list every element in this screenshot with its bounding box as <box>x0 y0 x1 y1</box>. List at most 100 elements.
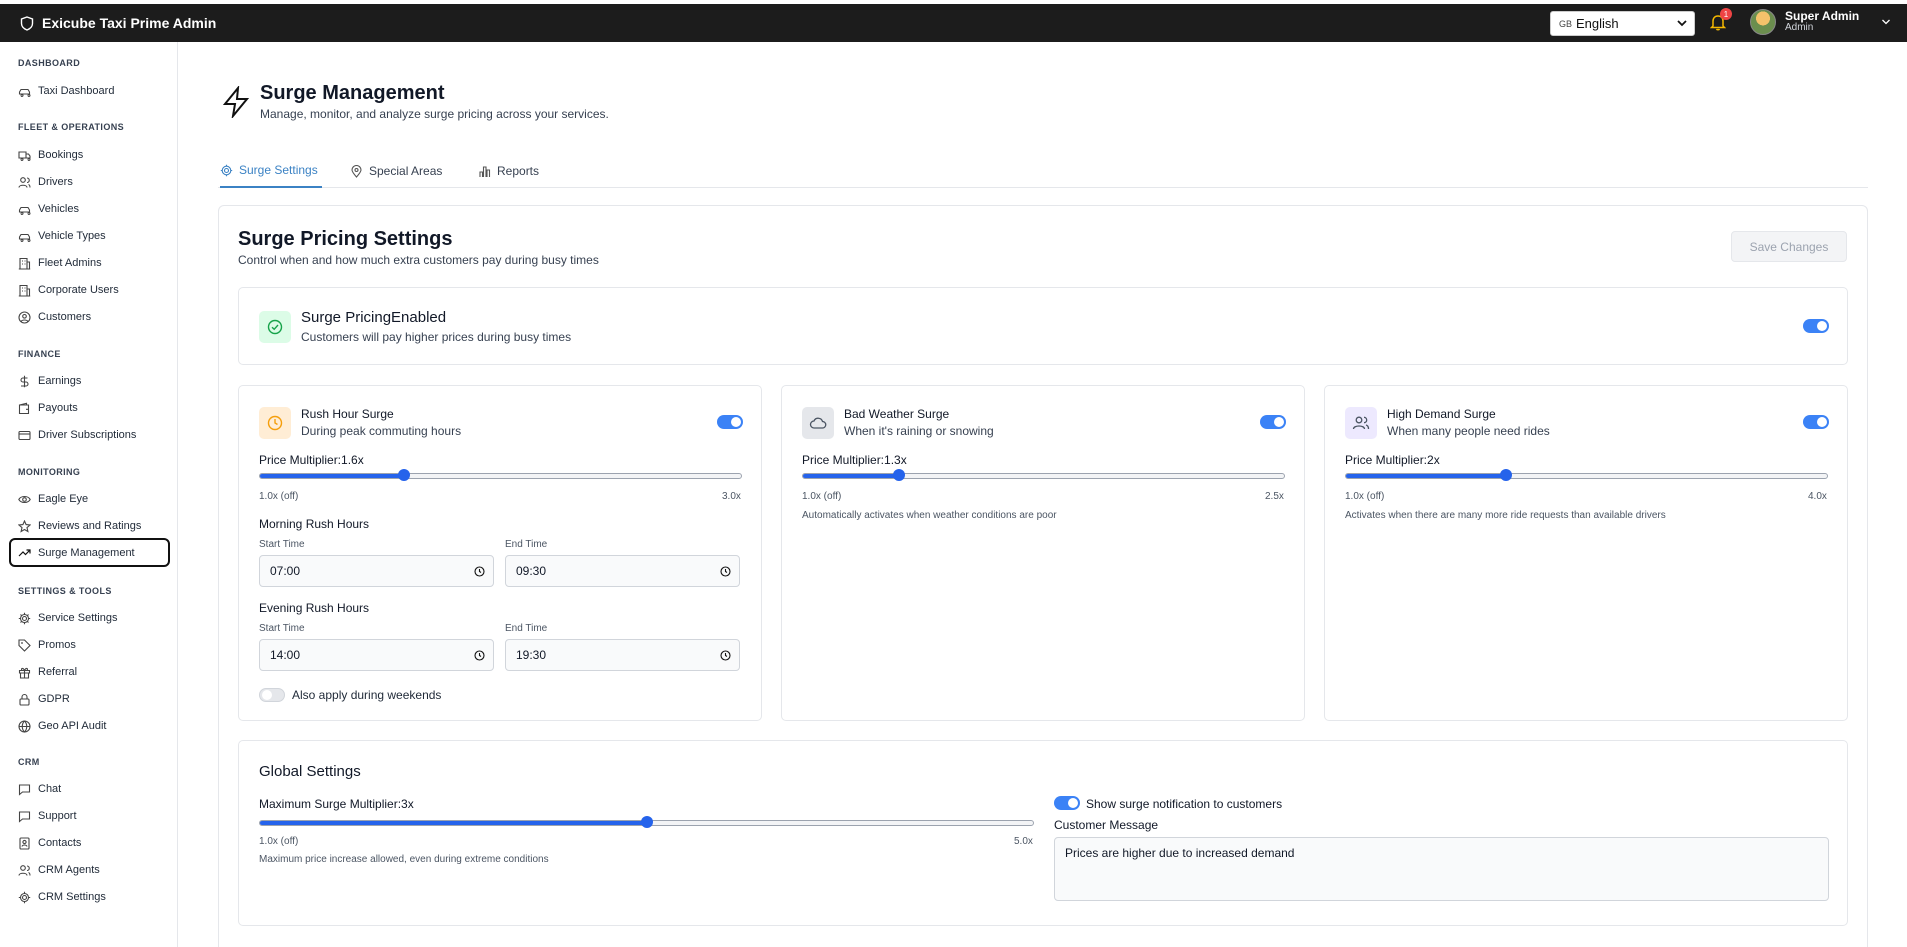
morning-end-input[interactable]: 09:30 <box>505 555 740 587</box>
demand-note: Activates when there are many more ride … <box>1345 510 1666 521</box>
slider-fill <box>1346 474 1507 478</box>
sidebar-item-payouts[interactable]: Payouts <box>9 395 170 421</box>
sidebar-item-label: Customers <box>38 311 92 323</box>
bad-weather-toggle[interactable] <box>1260 415 1286 429</box>
sidebar-item-fleet-admins[interactable]: Fleet Admins <box>9 250 170 276</box>
sidebar-item-referral[interactable]: Referral <box>9 659 170 685</box>
sidebar-item-label: Vehicle Types <box>38 230 106 242</box>
users-icon <box>18 176 31 188</box>
slider-thumb[interactable] <box>893 469 906 481</box>
clock-icon <box>474 566 485 577</box>
sidebar-section-title: FLEET & OPERATIONS <box>18 122 125 132</box>
language-select[interactable]: GB English <box>1550 11 1695 36</box>
user-menu[interactable]: Super Admin Admin <box>1750 9 1891 35</box>
lock-icon <box>19 693 30 706</box>
credit-card-icon <box>18 430 31 440</box>
sidebar-item-chat[interactable]: Chat <box>9 776 170 802</box>
high-demand-toggle[interactable] <box>1803 415 1829 429</box>
app-brand[interactable]: Exicube Taxi Prime Admin <box>20 15 216 31</box>
gift-icon <box>18 667 31 679</box>
sidebar-item-label: Contacts <box>38 837 82 849</box>
sidebar-item-taxi-dashboard[interactable]: Taxi Dashboard <box>9 78 170 104</box>
chevron-down-icon <box>1677 20 1687 27</box>
sidebar-item-label: Referral <box>38 666 78 678</box>
sidebar-item-crm-agents[interactable]: CRM Agents <box>9 857 170 883</box>
sidebar-item-vehicles[interactable]: Vehicles <box>9 196 170 222</box>
rush-hour-toggle[interactable] <box>717 415 743 429</box>
weather-multiplier-slider[interactable] <box>802 469 1285 481</box>
sidebar-item-corporate-users[interactable]: Corporate Users <box>9 277 170 303</box>
evening-start-input[interactable]: 14:00 <box>259 639 494 671</box>
sidebar-item-customers[interactable]: Customers <box>9 304 170 330</box>
sidebar-item-label: Corporate Users <box>38 284 119 296</box>
bad-weather-panel: Bad Weather Surge When it's raining or s… <box>781 385 1305 721</box>
rush-icon-box <box>259 407 291 439</box>
sidebar-item-label: Support <box>38 810 77 822</box>
sidebar-item-label: Taxi Dashboard <box>38 85 115 97</box>
evening-end-label: End Time <box>505 623 548 634</box>
sidebar-item-label: Bookings <box>38 149 84 161</box>
user-name: Super Admin <box>1785 9 1860 23</box>
notify-toggle[interactable] <box>1054 796 1080 810</box>
sidebar-item-drivers[interactable]: Drivers <box>9 169 170 195</box>
demand-max-label: 4.0x <box>1808 491 1827 502</box>
tab-reports[interactable]: Reports <box>478 154 539 188</box>
weather-subtitle: When it's raining or snowing <box>844 424 994 438</box>
sidebar-section-title: DASHBOARD <box>18 58 81 68</box>
sidebar-item-label: CRM Agents <box>38 864 100 876</box>
section-subtitle: Control when and how much extra customer… <box>238 253 599 267</box>
sidebar-section-title: SETTINGS & TOOLS <box>18 586 112 596</box>
notify-label: Show surge notification to customers <box>1086 797 1283 811</box>
sidebar-item-crm-settings[interactable]: CRM Settings <box>9 884 170 910</box>
main-content: Surge Management Manage, monitor, and an… <box>218 42 1868 947</box>
notifications-button[interactable]: 1 <box>1709 8 1732 36</box>
sidebar-item-vehicle-types[interactable]: Vehicle Types <box>9 223 170 249</box>
tab-surge-settings[interactable]: Surge Settings <box>220 154 322 188</box>
time-value: 14:00 <box>270 648 301 662</box>
slider-thumb[interactable] <box>398 469 411 481</box>
message-label: Customer Message <box>1054 818 1159 832</box>
time-value: 07:00 <box>270 564 301 578</box>
clock-icon <box>720 650 731 661</box>
slider-fill <box>803 474 900 478</box>
dollar-icon <box>20 375 29 387</box>
demand-title: High Demand Surge <box>1387 407 1496 421</box>
sidebar-item-geo-api-audit[interactable]: Geo API Audit <box>9 713 170 739</box>
weekends-toggle[interactable] <box>259 688 285 702</box>
slider-thumb[interactable] <box>640 816 653 828</box>
save-button[interactable]: Save Changes <box>1731 231 1847 262</box>
message-value: Prices are higher due to increased deman… <box>1065 846 1295 860</box>
time-value: 09:30 <box>516 564 547 578</box>
sidebar-item-contacts[interactable]: Contacts <box>9 830 170 856</box>
notification-badge: 1 <box>1720 8 1732 20</box>
globe-icon <box>18 719 31 733</box>
weather-multiplier-label: Price Multiplier:1.3x <box>802 453 907 467</box>
morning-start-input[interactable]: 07:00 <box>259 555 494 587</box>
rush-multiplier-slider[interactable] <box>259 469 742 481</box>
sidebar-item-eagle-eye[interactable]: Eagle Eye <box>9 486 170 512</box>
sidebar-item-bookings[interactable]: Bookings <box>9 142 170 168</box>
evening-end-input[interactable]: 19:30 <box>505 639 740 671</box>
sidebar-item-label: Surge Management <box>38 546 135 559</box>
global-max-slider[interactable] <box>259 816 1034 828</box>
weather-icon-box <box>802 407 834 439</box>
sidebar-item-label: CRM Settings <box>38 891 106 903</box>
sidebar-item-surge-management[interactable]: Surge Management <box>9 538 170 567</box>
sidebar-item-earnings[interactable]: Earnings <box>9 368 170 394</box>
sidebar-item-reviews-and-ratings[interactable]: Reviews and Ratings <box>9 513 170 539</box>
sidebar-item-driver-subscriptions[interactable]: Driver Subscriptions <box>9 422 170 448</box>
weather-title: Bad Weather Surge <box>844 407 950 421</box>
star-icon <box>18 519 31 533</box>
sidebar-item-promos[interactable]: Promos <box>9 632 170 658</box>
sidebar-item-label: Driver Subscriptions <box>38 429 137 441</box>
customer-message-input[interactable]: Prices are higher due to increased deman… <box>1054 837 1829 901</box>
demand-multiplier-slider[interactable] <box>1345 469 1828 481</box>
car-icon <box>18 88 31 97</box>
slider-thumb[interactable] <box>1500 469 1513 481</box>
users-icon <box>1352 416 1370 430</box>
sidebar-item-service-settings[interactable]: Service Settings <box>9 605 170 631</box>
surge-enabled-toggle[interactable] <box>1803 319 1829 333</box>
sidebar-item-gdpr[interactable]: GDPR <box>9 686 170 712</box>
sidebar-item-support[interactable]: Support <box>9 803 170 829</box>
tab-special-areas[interactable]: Special Areas <box>350 154 442 188</box>
